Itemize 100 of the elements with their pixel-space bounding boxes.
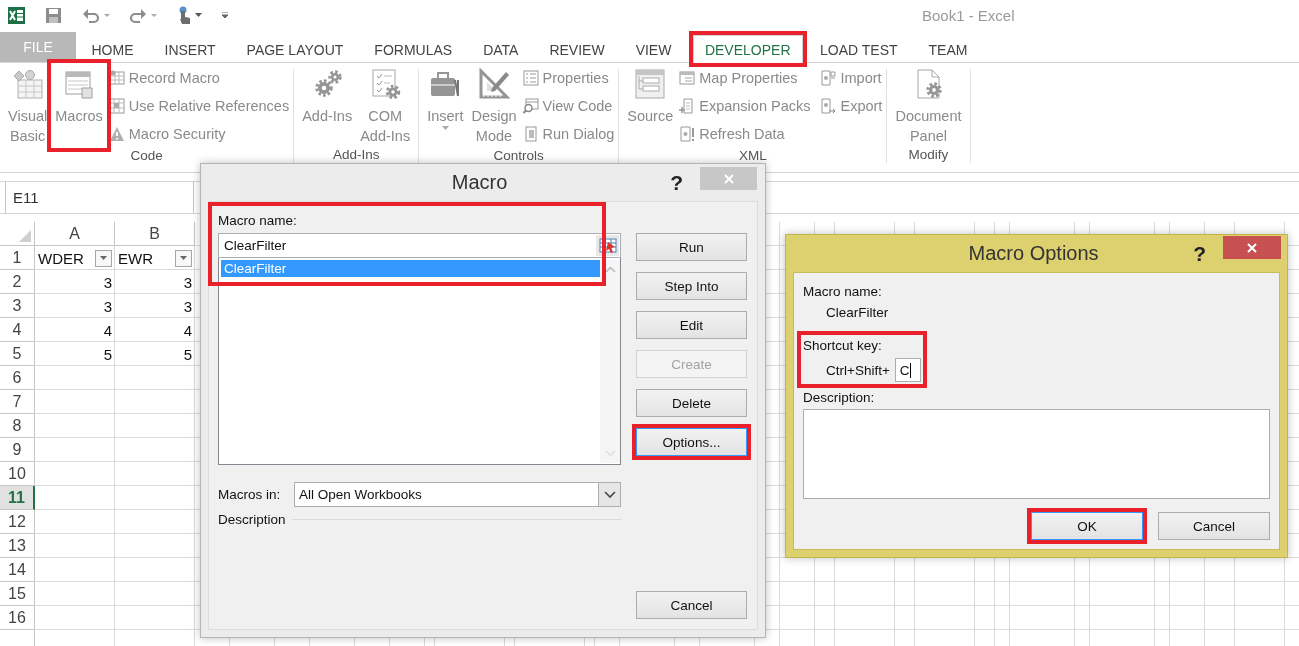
button-label: Insert [427,107,464,126]
help-button[interactable]: ? [670,170,683,195]
ribbon-tab[interactable]: REVIEW [533,35,621,63]
ribbon-button[interactable]: Visual Basic [4,63,52,148]
ribbon-button[interactable]: COM Add-Ins [356,63,415,147]
field-label: Macros in: [218,485,282,504]
filter-dropdown-button[interactable] [95,249,112,267]
name-box[interactable]: E11 [5,182,194,213]
dialog-button[interactable]: Edit [636,311,747,339]
close-button[interactable] [1223,236,1281,259]
ribbon-button[interactable]: View Code [542,98,613,114]
window-icon [522,126,539,142]
macro-name-field[interactable]: ClearFilter [218,233,621,258]
row-header[interactable]: 8 [0,414,35,438]
chevron-up-icon [604,266,616,273]
caret-icon [100,256,107,260]
app-logo-icon[interactable] [8,6,25,24]
row-header[interactable]: 15 [0,582,35,606]
button-label: Add-Ins [360,127,411,146]
ribbon-button[interactable]: Refresh Data [699,126,785,142]
ruler-pencil-icon [477,68,510,100]
redo-icon[interactable] [129,6,148,24]
column-header[interactable]: A [35,222,115,246]
shortcut-key-field[interactable]: C [894,358,921,382]
button-label: Add-Ins [302,107,353,126]
row-header[interactable]: 9 [0,438,35,462]
macros-in-dropdown[interactable]: All Open Workbooks [294,482,621,507]
ribbon-tab[interactable]: HOME [76,35,149,63]
cancel-button[interactable]: Cancel [1158,512,1270,540]
ok-button[interactable]: OK [1031,512,1143,540]
ribbon-tab[interactable]: VIEW [620,35,687,63]
description-field[interactable] [803,409,1270,499]
section-label: Description [218,512,286,527]
row-header[interactable]: 13 [0,534,35,558]
scrollbar[interactable] [600,260,620,463]
row-header[interactable]: 16 [0,606,35,630]
close-icon [1246,241,1258,254]
ribbon-tab[interactable]: LOAD TEST [804,35,914,63]
caret-icon[interactable] [195,13,203,17]
ribbon-button[interactable]: Macro Security [128,126,226,142]
dialog-button[interactable]: Options... [636,428,747,456]
table-cell-text: 4 [102,320,113,341]
help-button[interactable]: ? [1193,241,1206,266]
table-cell: WDER [38,249,84,267]
row-header[interactable]: 5 [0,342,35,366]
row-header[interactable]: 7 [0,390,35,414]
customize-icon[interactable] [222,12,228,18]
shortcut-prefix: Ctrl+Shift+ [826,362,890,378]
ribbon-button[interactable]: Macros [51,63,107,148]
row-header[interactable]: 12 [0,510,35,534]
dialog-button[interactable]: Delete [636,389,747,417]
dialog-button[interactable]: Step Into [636,272,747,300]
ribbon-tab[interactable]: DATA [467,35,534,63]
warning-icon [108,126,125,142]
group-label: Add-Ins [331,147,381,163]
row-header[interactable]: 3 [0,294,35,318]
ribbon-button[interactable]: Import [840,70,882,86]
table-cell-text: 5 [102,344,113,365]
grid-shapes-icon [11,68,44,100]
group-label: XML [737,148,768,164]
tree-table-icon [634,68,667,100]
save-icon[interactable] [44,6,62,24]
ribbon-tab[interactable]: DEVELOPER [692,35,803,63]
ribbon-button[interactable]: Run Dialog [542,126,615,142]
row-header[interactable]: 6 [0,366,35,390]
row-header[interactable]: 1 [0,246,35,270]
button-label: COM [368,107,403,126]
row-header[interactable]: 2 [0,270,35,294]
cancel-button[interactable]: Cancel [636,591,747,619]
ribbon-tab[interactable]: FORMULAS [358,35,468,63]
ribbon-button[interactable]: Add-Ins [298,63,357,147]
ribbon-tab[interactable]: PAGE LAYOUT [231,35,359,63]
table-cell: EWR [118,249,153,267]
table-cell-text: 4 [182,320,193,341]
row-header[interactable]: 11 [0,486,35,510]
ribbon-button[interactable]: Document Panel [891,63,966,147]
document-icon [820,70,837,86]
group-label: Code [129,148,164,164]
ribbon-button[interactable]: Design Mode [467,63,521,148]
column-header[interactable]: B [115,222,195,246]
ribbon-button[interactable]: Use Relative References [128,98,290,114]
ribbon-button[interactable]: Export [840,98,883,114]
filter-dropdown-button[interactable] [175,249,192,267]
row-header[interactable]: 14 [0,558,35,582]
ribbon-tab[interactable]: INSERT [149,35,232,63]
row-header[interactable]: 4 [0,318,35,342]
ribbon-button[interactable]: Record Macro [128,70,220,86]
field-label: Description: [803,389,875,407]
row-header[interactable]: 10 [0,462,35,486]
touch-mode-icon[interactable] [177,6,192,24]
ribbon-button[interactable]: Map Properties [699,70,798,86]
table-cell-text: 3 [182,272,193,293]
dialog-button[interactable]: Run [636,233,747,261]
field-label: Shortcut key: [803,337,882,355]
button-label: Document [895,107,962,126]
table-cell-text: 3 [102,296,113,317]
checklist-gear-icon [369,68,402,100]
ribbon-button[interactable]: Expansion Packs [699,98,811,114]
ribbon-button[interactable]: Insert [423,63,468,148]
ribbon-tab[interactable]: TEAM [913,35,983,63]
